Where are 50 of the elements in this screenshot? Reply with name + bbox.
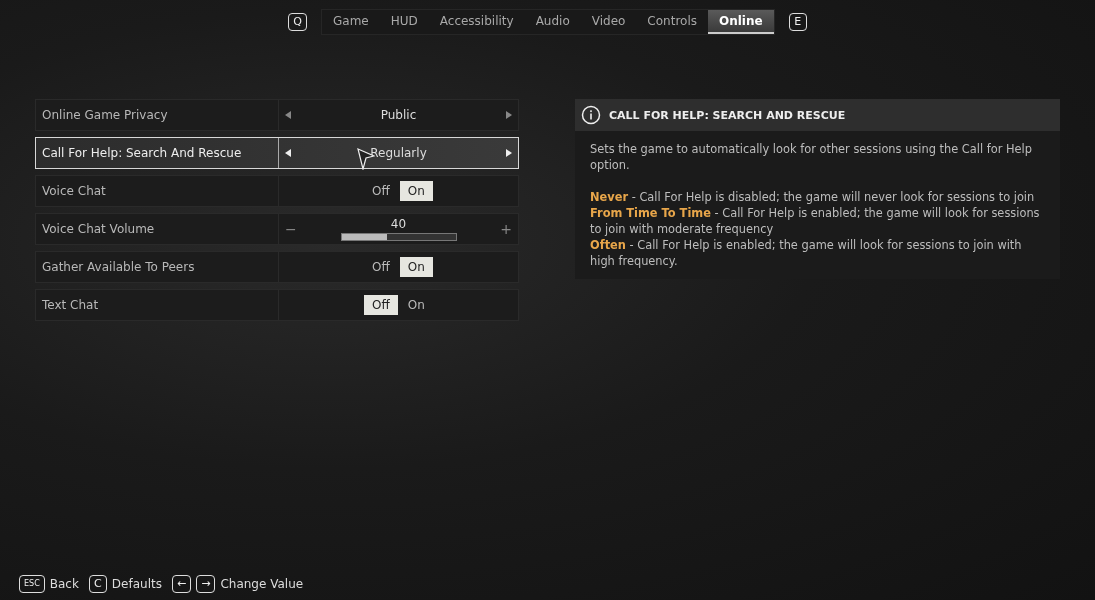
key-hint[interactable]: ESC (19, 575, 45, 593)
info-icon (581, 105, 601, 125)
tab[interactable]: Game (322, 10, 380, 34)
option-description: Often - Call For Help is enabled; the game will look for sessions to join with high frequency. (590, 237, 1023, 269)
setting-row[interactable]: Call For Help: Search And Rescue Regularly (35, 137, 519, 169)
setting-label: Online Game Privacy (41, 108, 169, 122)
right-arrow-icon[interactable] (506, 149, 512, 157)
increase-button[interactable]: + (500, 221, 512, 237)
off-option[interactable]: Off (364, 181, 398, 201)
tab[interactable]: Controls (636, 10, 708, 34)
tab[interactable]: Online (708, 10, 774, 34)
tab[interactable]: Accessibility (428, 10, 525, 34)
description-text: Sets the game to automatically look for other sessions using the Call for Help option. (590, 141, 1033, 173)
left-arrow-icon[interactable] (285, 111, 291, 119)
slider-track[interactable] (340, 233, 457, 241)
key-hint[interactable]: ← (171, 575, 192, 593)
left-arrow-icon[interactable] (285, 149, 291, 157)
key-hint[interactable]: → (196, 575, 216, 593)
decrease-button[interactable]: − (285, 221, 297, 237)
hint-label: Back (49, 577, 79, 591)
option-description: From Time To Time - Call For Help is enabled; the game will look for sessions to join with moderate frequency (590, 205, 1041, 237)
setting-label: Gather Available To Peers (41, 260, 196, 274)
off-option[interactable]: Off (364, 295, 398, 315)
key-hint[interactable]: Q (288, 13, 307, 31)
right-arrow-icon[interactable] (506, 111, 512, 119)
hint-label: Change Value (220, 577, 304, 591)
setting-row[interactable]: Online Game Privacy Public (35, 99, 519, 131)
info-title: CALL FOR HELP: SEARCH AND RESCUE (609, 108, 846, 122)
setting-row[interactable]: Gather Available To Peers Off On (35, 251, 519, 283)
tab[interactable]: Video (580, 10, 637, 34)
setting-label: Voice Chat Volume (41, 222, 156, 236)
tab[interactable]: HUD (379, 10, 429, 34)
key-hint[interactable]: C (88, 575, 107, 593)
off-option[interactable]: Off (364, 257, 398, 277)
setting-label: Call For Help: Search And Rescue (41, 146, 243, 160)
key-hint[interactable]: E (788, 13, 807, 31)
slider-value: 40 (390, 217, 407, 231)
setting-row[interactable]: Text Chat Off On (35, 289, 519, 321)
hint-label: Defaults (111, 577, 162, 591)
on-option[interactable]: On (399, 181, 433, 201)
option-value: Regularly (370, 146, 427, 160)
setting-label: Voice Chat (41, 184, 107, 198)
on-option[interactable]: On (399, 257, 433, 277)
setting-row[interactable]: Voice Chat Off On (35, 175, 519, 207)
setting-row[interactable]: Voice Chat Volume − 40 + (35, 213, 519, 245)
on-option[interactable]: On (399, 295, 433, 315)
setting-label: Text Chat (41, 298, 100, 312)
tab[interactable]: Audio (524, 10, 581, 34)
option-description: Never - Call For Help is disabled; the game will never look for sessions to join (590, 189, 1036, 205)
option-value: Public (380, 108, 417, 122)
